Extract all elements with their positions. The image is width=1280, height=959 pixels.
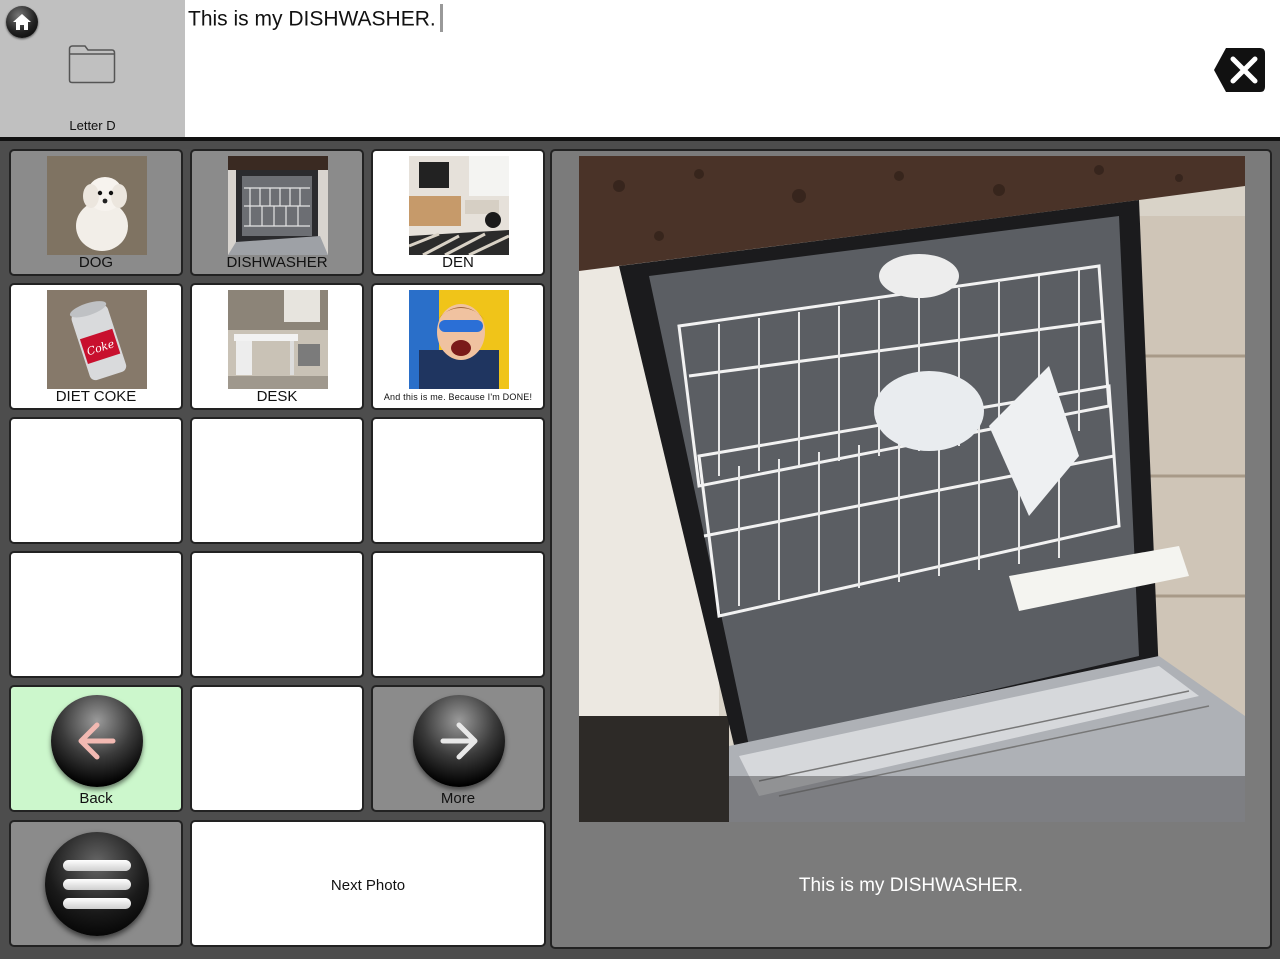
home-button[interactable]: [6, 6, 38, 38]
back-label: Back: [79, 790, 113, 807]
menu-icon: [45, 832, 149, 936]
dishwasher-photo: [228, 156, 328, 255]
home-icon: [13, 14, 31, 30]
clear-button[interactable]: [1212, 46, 1266, 94]
text-caret: [439, 4, 443, 32]
desk-photo: [228, 290, 328, 389]
cell-den[interactable]: DEN: [371, 149, 545, 276]
message-text-value: This is my DISHWASHER.: [188, 7, 436, 31]
cell-empty[interactable]: [371, 551, 545, 678]
more-label: More: [440, 790, 476, 807]
back-button[interactable]: Back: [9, 685, 183, 812]
cell-empty[interactable]: [190, 551, 364, 678]
den-photo: [409, 156, 509, 255]
dog-photo: [47, 156, 147, 255]
cell-label: DOG: [78, 254, 114, 271]
photo-panel: This is my DISHWASHER.: [550, 149, 1272, 949]
next-photo-label: Next Photo: [330, 877, 406, 894]
cell-label: DISHWASHER: [226, 254, 328, 271]
diet-coke-photo: Coke: [47, 290, 147, 389]
cell-label: And this is me. Because I'm DONE!: [383, 392, 533, 402]
cell-label: DIET COKE: [55, 388, 137, 405]
cell-desk[interactable]: DESK: [190, 283, 364, 410]
top-divider: [0, 137, 1280, 141]
cell-label: DEN: [442, 254, 474, 271]
cell-dishwasher[interactable]: DISHWASHER: [190, 149, 364, 276]
cell-dog[interactable]: DOG: [9, 149, 183, 276]
message-text[interactable]: This is my DISHWASHER.: [188, 4, 443, 34]
cell-diet-coke[interactable]: Coke DIET COKE: [9, 283, 183, 410]
cell-empty[interactable]: [190, 417, 364, 544]
cell-empty[interactable]: [9, 551, 183, 678]
next-photo-button[interactable]: Next Photo: [190, 820, 546, 947]
cell-empty[interactable]: [371, 417, 545, 544]
folder-label: Letter D: [69, 118, 116, 133]
menu-button[interactable]: [9, 820, 183, 947]
cell-label: DESK: [256, 388, 298, 405]
photo-caption: This is my DISHWASHER.: [798, 875, 1024, 896]
more-button[interactable]: More: [371, 685, 545, 812]
cell-me[interactable]: And this is me. Because I'm DONE!: [371, 283, 545, 410]
folder-icon: [68, 45, 116, 84]
folder-panel[interactable]: Letter D: [0, 0, 185, 137]
dishwasher-large-photo: [579, 156, 1245, 822]
clear-x-icon: [1214, 48, 1265, 92]
cell-empty[interactable]: [190, 685, 364, 812]
forward-arrow-icon: [413, 695, 505, 787]
message-bar: Letter D This is my DISHWASHER.: [0, 0, 1280, 137]
me-photo: [409, 290, 509, 389]
cell-empty[interactable]: [9, 417, 183, 544]
back-arrow-icon: [51, 695, 143, 787]
